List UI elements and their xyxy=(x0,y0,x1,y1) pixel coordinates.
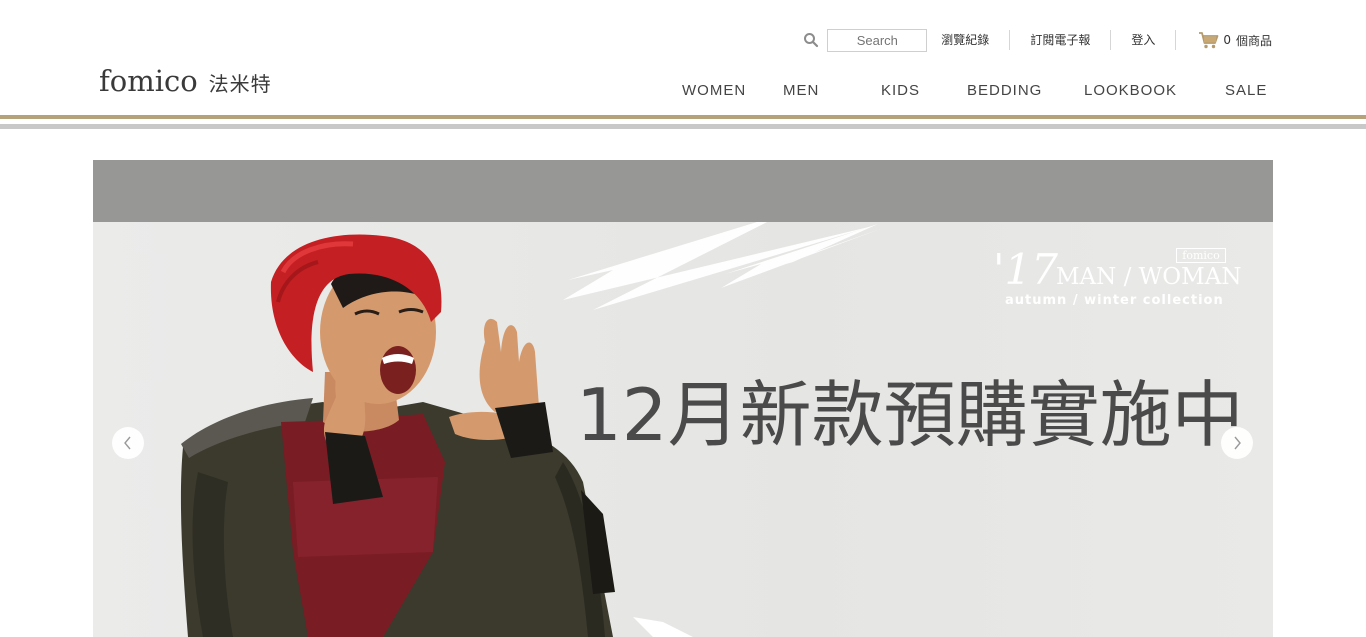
utility-bar: 瀏覽紀錄 訂閱電子報 登入 0 個商品 xyxy=(803,28,1272,52)
cart-button[interactable]: 0 個商品 xyxy=(1176,30,1272,50)
nav-bedding[interactable]: BEDDING xyxy=(967,82,1042,99)
login-link[interactable]: 登入 xyxy=(1111,30,1177,50)
collection-title: MAN / WOMAN xyxy=(1056,264,1242,290)
chevron-right-icon xyxy=(1234,436,1241,450)
carousel-next-button[interactable] xyxy=(1221,427,1253,459)
cart-count: 0 xyxy=(1223,33,1231,47)
carousel-prev-button[interactable] xyxy=(112,427,144,459)
collection-year: '17 xyxy=(993,245,1058,294)
promo-headline: 12月新款預購實施中 xyxy=(576,373,1244,457)
hero-banner[interactable]: fomico '17 MAN / WOMAN autumn / winter c… xyxy=(93,222,1273,637)
nav-lookbook[interactable]: LOOKBOOK xyxy=(1084,82,1177,99)
browse-history-link[interactable]: 瀏覽紀錄 xyxy=(927,30,1011,50)
nav-men[interactable]: MEN xyxy=(783,82,819,99)
newsletter-link[interactable]: 訂閱電子報 xyxy=(1010,30,1112,50)
nav-sale[interactable]: SALE xyxy=(1225,82,1267,99)
search-input[interactable] xyxy=(827,28,928,52)
collection-subtitle: autumn / winter collection xyxy=(1005,293,1224,308)
header-divider-grey xyxy=(0,124,1366,129)
search-icon[interactable] xyxy=(803,32,819,48)
cart-label: 個商品 xyxy=(1235,33,1272,48)
hero-top-band xyxy=(93,160,1273,222)
nav-women[interactable]: WOMEN xyxy=(682,82,746,99)
main-navigation: WOMEN MEN KIDS BEDDING LOOKBOOK SALE xyxy=(0,82,1366,102)
header-divider-gold xyxy=(0,115,1366,119)
nav-kids[interactable]: KIDS xyxy=(881,82,920,99)
cart-icon xyxy=(1198,30,1220,50)
chevron-left-icon xyxy=(124,436,131,450)
brand-stamp: fomico xyxy=(1176,248,1226,263)
